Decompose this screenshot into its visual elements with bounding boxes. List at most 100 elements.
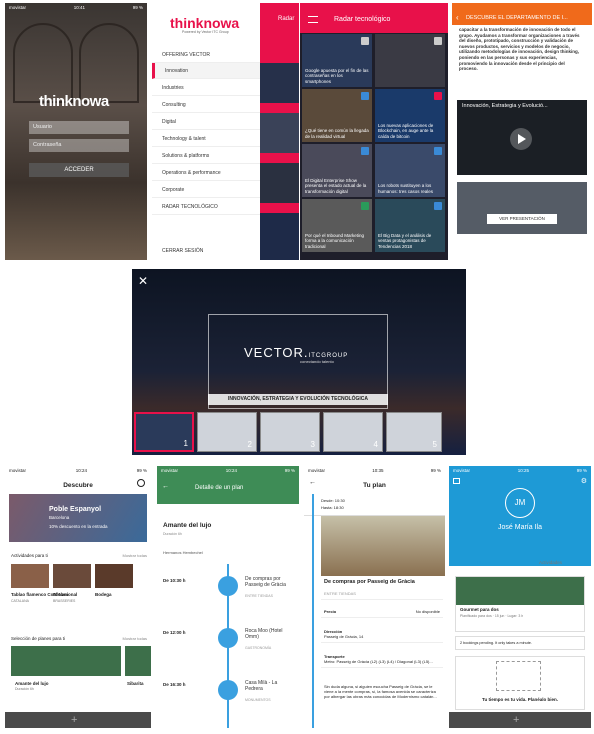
slide-title: INNOVACIÓN, ESTRATEGIA Y EVOLUCIÓN TECNO… — [208, 394, 388, 405]
radar-tile[interactable]: Google apuesta por el fin de las contras… — [302, 34, 372, 87]
play-icon[interactable] — [510, 128, 532, 150]
radar-tile[interactable]: Los nuevas aplicaciones de Blockchain, e… — [375, 89, 445, 142]
login-button[interactable]: ACCEDER — [29, 163, 129, 177]
radar-tile[interactable]: Los robots sustituyen a los humanos: tre… — [375, 144, 445, 197]
menu-item[interactable]: Technology & talent — [152, 131, 260, 147]
category-icon — [361, 147, 369, 155]
hamburger-icon[interactable] — [308, 16, 318, 23]
logout-button[interactable]: CERRAR SESIÓN — [152, 243, 260, 259]
card-title: Gourmet para dos — [460, 607, 499, 612]
close-icon[interactable]: ✕ — [138, 274, 148, 288]
search-icon[interactable] — [137, 479, 145, 487]
tab-bar: + — [5, 712, 151, 728]
menu-item[interactable]: Digital — [152, 114, 260, 130]
illustration — [496, 661, 541, 691]
place-name: De compras por Passeig de Gràcia — [324, 579, 415, 585]
overlay-tile — [260, 63, 299, 103]
menu-item[interactable]: Corporate — [152, 182, 260, 198]
step-category: ENTRE TIENDAS — [245, 594, 273, 598]
presentation-viewer: ✕ VECTOR.ITCGROUP conectando talento INN… — [132, 269, 466, 455]
shopping-icon — [218, 576, 238, 596]
department-description: capacitar a la transformación de innovac… — [459, 27, 580, 72]
menu-item[interactable]: Innovation — [152, 63, 260, 79]
pending-notice[interactable]: 2 bookings pending. It only takes a minu… — [455, 636, 585, 650]
menu-item[interactable]: Solutions & platforms — [152, 148, 260, 164]
category-icon — [434, 92, 442, 100]
slide-thumbnail[interactable]: 2 — [197, 412, 257, 452]
video-title: Innovación, Estrategia y Evolució... — [462, 103, 548, 109]
radar-tile[interactable]: El Big Data y el análisis de ventas prot… — [375, 199, 445, 252]
username-field[interactable]: Usuario — [29, 121, 129, 134]
step-place[interactable]: Casa Milà - La Pedrera — [245, 680, 295, 692]
promo-card: Tu tiempo es tu vida. Planéalo bien. — [455, 656, 585, 710]
plan-card-image[interactable] — [11, 646, 121, 676]
menu-item[interactable]: Operations & performance — [152, 165, 260, 181]
menu-section-offering[interactable]: OFFERING VECTOR — [152, 47, 260, 63]
slide-thumbnail[interactable]: 3 — [260, 412, 320, 452]
back-arrow-icon[interactable]: ‹ — [456, 13, 459, 22]
category-icon — [361, 202, 369, 210]
tab-activities[interactable]: Actividades — [539, 560, 562, 565]
discover-title: Descubre — [63, 481, 93, 489]
menu-item[interactable]: Consulting — [152, 97, 260, 113]
promo-text: Tu tiempo es tu vida. Planéalo bien. — [482, 697, 558, 702]
tile-caption: Por qué el Inbound Marketing forma a la … — [305, 232, 365, 249]
category-icon — [434, 147, 442, 155]
step-place[interactable]: De compras por Passeig de Gràcia — [245, 576, 295, 588]
menu-overlay[interactable]: Radar — [260, 3, 299, 260]
gear-icon[interactable]: ⚙ — [581, 477, 587, 485]
slide-thumbnail[interactable]: 5 — [386, 412, 442, 452]
see-all-link[interactable]: Mostrar todas — [123, 636, 147, 641]
detail-header: movistar 10:24 99 % ← Detalle de un plan — [157, 466, 299, 504]
radar-tile[interactable]: Por qué el Inbound Marketing forma a la … — [302, 199, 372, 252]
password-field[interactable]: Contraseña — [29, 139, 129, 152]
discover-screen: movistar 10:24 99 % Descubre Poble Espanyo… — [5, 466, 151, 728]
category-icon — [361, 92, 369, 100]
plan-duration: Duración 6h — [15, 687, 34, 691]
place-photo — [321, 516, 445, 576]
featured-sub: Barcelona — [49, 515, 70, 520]
slide-thumbnail[interactable]: 4 — [323, 412, 383, 452]
tile-caption: El Big Data y el análisis de ventas prot… — [378, 232, 432, 249]
my-plan-title: Tu plan — [363, 481, 386, 489]
department-header: ‹ DESCUBRE EL DEPARTAMENTO DE I... — [452, 3, 592, 25]
plan-card[interactable]: Gourmet para dos Planificado para dos · … — [455, 576, 585, 632]
slide-thumbnail[interactable]: 1 — [134, 412, 194, 452]
step-place[interactable]: Roca Moo (Hotel Omm) — [245, 628, 295, 640]
status-bar: movistar 10:35 99 % — [308, 467, 441, 473]
add-icon[interactable]: + — [513, 714, 519, 726]
menu-item-radar[interactable]: RADAR TECNOLÓGICO — [152, 199, 260, 215]
place-photo[interactable] — [11, 564, 49, 588]
tile-caption: El Digital Enterprise Show presenta el e… — [305, 177, 367, 194]
overlay-tile — [260, 163, 299, 203]
featured-banner[interactable]: Poble Espanyol Barcelona 10% descuento e… — [9, 494, 147, 542]
add-icon[interactable]: + — [71, 714, 77, 726]
tab-bar: + — [449, 712, 591, 728]
step-time: De 16:30 h — [163, 682, 186, 687]
app-logo: thinknowa — [39, 93, 109, 110]
menu-item[interactable]: Industries — [152, 80, 260, 96]
bookmark-icon — [434, 37, 442, 45]
vector-logo-sub: conectando talento — [300, 359, 334, 364]
featured-name: Poble Espanyol — [49, 506, 102, 513]
radar-tile[interactable]: El Digital Enterprise Show presenta el e… — [302, 144, 372, 197]
calendar-icon[interactable] — [453, 478, 460, 484]
profile-header: movistar 10:25 99 % ⚙ JM José María Ila — [449, 466, 591, 566]
detail-title: Detalle de un plan — [195, 485, 244, 491]
bridge-arch — [79, 23, 139, 103]
plan-card-image[interactable] — [125, 646, 151, 676]
restaurant-icon — [218, 628, 238, 648]
radar-tile[interactable] — [375, 34, 445, 87]
video-player[interactable]: Innovación, Estrategia y Evolució... — [457, 100, 587, 175]
carrier-label: movistar — [9, 4, 27, 10]
place-photo[interactable] — [53, 564, 91, 588]
tab-plans[interactable]: Planes — [477, 560, 491, 565]
place-photo[interactable] — [95, 564, 133, 588]
back-arrow-icon[interactable]: ← — [162, 483, 169, 490]
see-all-link[interactable]: Mostrar todas — [123, 553, 147, 558]
radar-tile[interactable]: ¿Qué tiene en común la llegada de la rea… — [302, 89, 372, 142]
vector-logo: VECTOR.ITCGROUP — [244, 345, 349, 360]
view-presentation-button[interactable]: VER PRESENTACIÓN — [487, 214, 557, 224]
plan-duration: Duración 6h — [163, 532, 182, 536]
plan-name: Amante del lujo — [15, 681, 49, 686]
